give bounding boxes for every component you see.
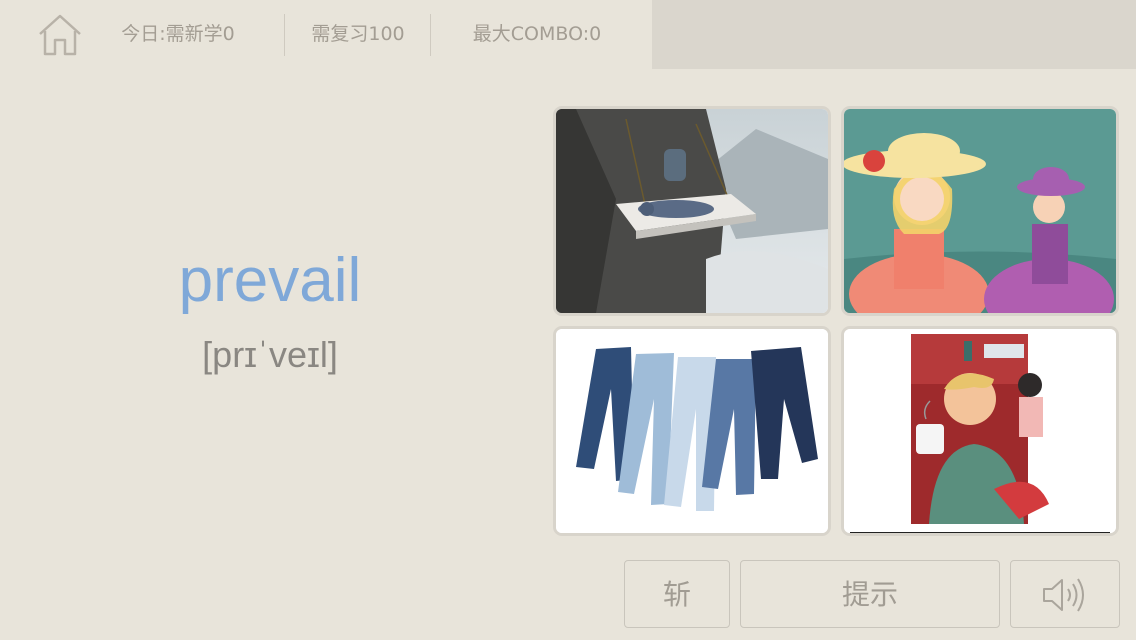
divider	[284, 14, 285, 56]
top-bar: 今日:需新学0 需复习100 最大COMBO:0	[0, 0, 652, 69]
option-card-3[interactable]	[556, 329, 828, 533]
audio-button[interactable]	[1010, 560, 1120, 628]
review-count: 需复习100	[311, 23, 405, 45]
option-card-1[interactable]	[556, 109, 828, 313]
divider	[430, 14, 431, 56]
speaker-icon	[1043, 578, 1084, 612]
cliff-bed-image	[556, 109, 828, 313]
top-right-strip	[652, 0, 1136, 69]
jeans-image	[556, 329, 828, 533]
hint-button[interactable]: 提示	[740, 560, 1000, 628]
word-text: prevail	[178, 246, 362, 315]
ladies-chatting-image	[844, 109, 1116, 313]
kill-button[interactable]: 斩	[624, 560, 730, 628]
home-icon[interactable]	[36, 12, 84, 58]
word-phonetic: [prɪˈveɪl]	[202, 334, 338, 375]
man-with-coffee-image	[844, 329, 1116, 533]
max-combo: 最大COMBO:0	[472, 23, 602, 45]
option-card-4[interactable]	[844, 329, 1116, 533]
word-display: prevail [prɪˈveɪl]	[0, 250, 540, 376]
option-card-2[interactable]	[844, 109, 1116, 313]
today-new-count: 今日:需新学0	[121, 23, 235, 45]
